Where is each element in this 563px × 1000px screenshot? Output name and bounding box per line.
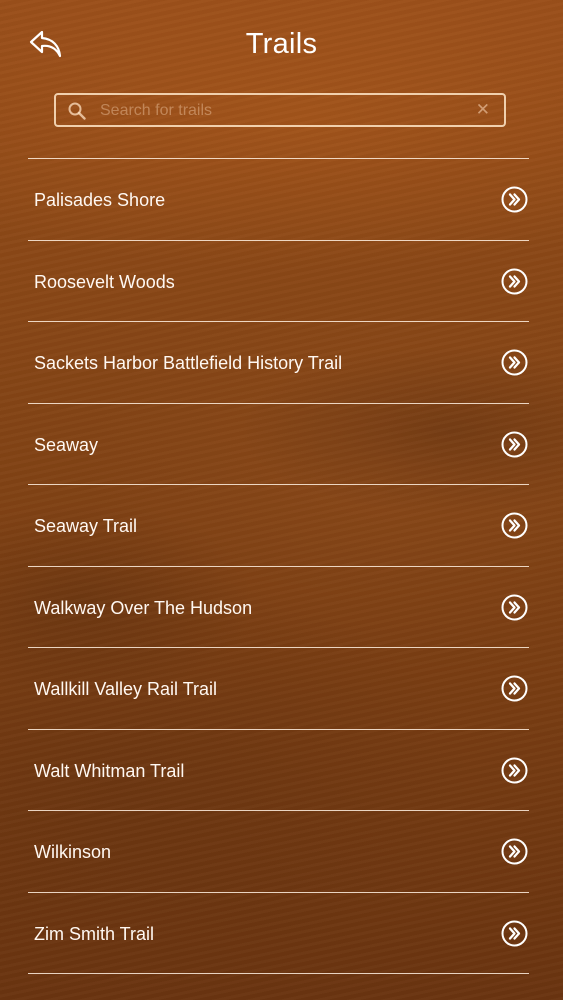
chevron-right-circle-icon[interactable] <box>501 186 528 213</box>
page-title: Trails <box>245 28 318 60</box>
trail-list: Palisades Shore Roosevelt Woods Sackets … <box>28 158 529 974</box>
list-item[interactable]: Wallkill Valley Rail Trail <box>28 648 529 730</box>
list-item[interactable]: Wilkinson <box>28 811 529 893</box>
list-item[interactable]: Sackets Harbor Battlefield History Trail <box>28 322 529 404</box>
list-item[interactable]: Seaway Trail <box>28 485 529 567</box>
trail-name: Seaway <box>34 434 99 455</box>
trail-name: Walkway Over The Hudson <box>34 597 253 618</box>
list-item[interactable]: Walkway Over The Hudson <box>28 567 529 648</box>
list-item[interactable]: Walt Whitman Trail <box>28 730 529 811</box>
trail-name: Wilkinson <box>34 842 112 862</box>
chevron-right-circle-icon[interactable] <box>501 431 528 458</box>
search-input[interactable] <box>100 99 470 123</box>
chevron-right-circle-icon[interactable] <box>501 838 528 865</box>
chevron-right-circle-icon[interactable] <box>501 349 528 376</box>
list-item[interactable]: Seaway <box>28 404 529 485</box>
header: Trails <box>0 0 563 90</box>
chevron-right-circle-icon[interactable] <box>501 920 528 947</box>
list-item[interactable]: Roosevelt Woods <box>28 241 529 322</box>
trail-name: Roosevelt Woods <box>34 271 175 292</box>
trail-name: Walt Whitman Trail <box>34 760 185 781</box>
trail-name: Seaway Trail <box>34 516 138 536</box>
clear-icon[interactable]: ✕ <box>476 100 490 120</box>
chevron-right-circle-icon[interactable] <box>501 757 528 784</box>
list-item[interactable]: Palisades Shore <box>28 159 529 241</box>
chevron-right-circle-icon[interactable] <box>501 268 528 295</box>
chevron-right-circle-icon[interactable] <box>501 594 528 621</box>
chevron-right-circle-icon[interactable] <box>501 675 528 702</box>
trail-name: Sackets Harbor Battlefield History Trail <box>34 353 343 373</box>
search-icon <box>68 102 86 120</box>
chevron-right-circle-icon[interactable] <box>501 512 528 539</box>
trail-name: Palisades Shore <box>34 190 166 210</box>
trail-name: Zim Smith Trail <box>34 923 155 944</box>
trail-name: Wallkill Valley Rail Trail <box>34 679 218 699</box>
list-item[interactable]: Zim Smith Trail <box>28 893 529 974</box>
search-bar: ✕ <box>54 93 506 127</box>
